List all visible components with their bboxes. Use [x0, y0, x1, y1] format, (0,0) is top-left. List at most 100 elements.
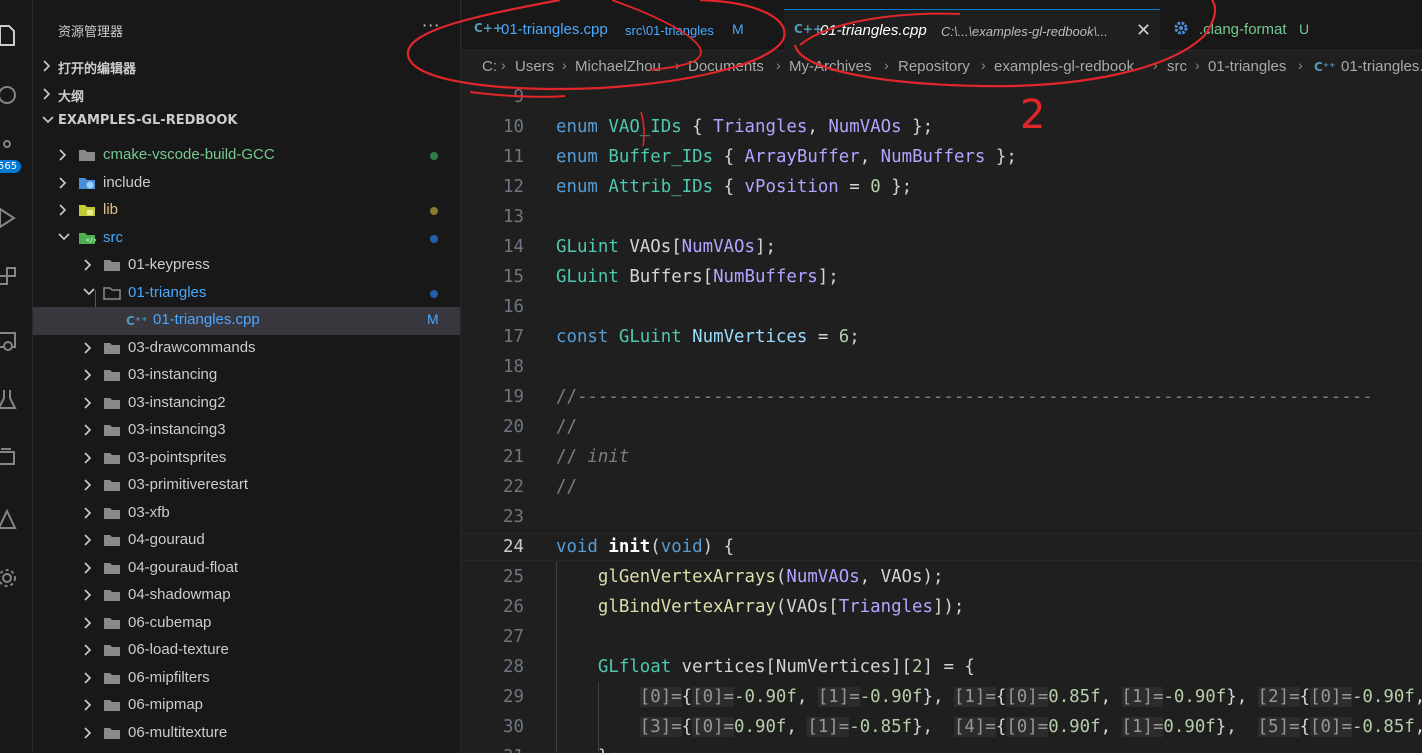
tree-item-label: 06-load-texture	[128, 641, 229, 658]
tree-item-03-drawcommands[interactable]: 03-drawcommands	[33, 335, 460, 363]
svg-text:</>: </>	[86, 237, 96, 244]
src-folder-open-icon: </>	[78, 230, 97, 246]
line-number: 15	[503, 267, 524, 287]
tree-item-03-instancing3[interactable]: 03-instancing3	[33, 417, 460, 445]
section-outline[interactable]: 大纲	[33, 81, 460, 107]
chevron-right-icon	[82, 472, 96, 498]
folder-icon	[103, 340, 121, 356]
breadcrumb: C: › Users › MichaelZhou › Documents › M…	[462, 52, 1422, 82]
tree-item-03-primitiverestart[interactable]: 03-primitiverestart	[33, 472, 460, 500]
breadcrumb-item[interactable]: MichaelZhou	[575, 58, 661, 75]
run-debug-icon[interactable]	[0, 198, 33, 238]
tree-item-cmake-vscode-build-gcc[interactable]: cmake-vscode-build-GCC	[33, 142, 460, 170]
settings-sync-icon[interactable]	[0, 558, 33, 598]
tree-item-04-gouraud-float[interactable]: 04-gouraud-float	[33, 555, 460, 583]
tree-item-01-triangles-cpp[interactable]: C⁺⁺ 01-triangles.cpp M	[33, 307, 460, 335]
chevron-right-icon	[82, 500, 96, 526]
remote-explorer-icon[interactable]	[0, 322, 33, 362]
code-editor[interactable]: 9 10 11 12 13 14 15 16 17 18 19 20 21 22…	[462, 82, 1422, 753]
tree-item-06-mipmap[interactable]: 06-mipmap	[33, 692, 460, 720]
tree-item-lib[interactable]: lib	[33, 197, 460, 225]
tree-item-06-load-texture[interactable]: 06-load-texture	[33, 637, 460, 665]
section-workspace[interactable]: EXAMPLES-GL-REDBOOK	[33, 108, 460, 134]
source-control-icon[interactable]: 565	[0, 130, 33, 173]
folder-icon	[103, 422, 121, 438]
sidebar-title: 资源管理器	[58, 25, 124, 40]
chevron-right-icon	[82, 610, 96, 636]
tree-item-label: 06-multitexture	[128, 724, 228, 741]
folder-icon	[103, 505, 121, 521]
tree-item-03-instancing[interactable]: 03-instancing	[33, 362, 460, 390]
chevron-right-icon	[82, 692, 96, 718]
tree-item-label: cmake-vscode-build-GCC	[103, 146, 275, 163]
untracked-badge: U	[1299, 21, 1310, 37]
code-line: const GLuint NumVertices = 6;	[556, 327, 860, 347]
tree-item-01-keypress[interactable]: 01-keypress	[33, 252, 460, 280]
chevron-right-icon	[57, 197, 71, 223]
tree-item-label: 03-primitiverestart	[128, 476, 249, 493]
cmake-icon[interactable]	[0, 500, 33, 540]
tree-item-label: 06-cubemap	[128, 614, 212, 631]
extensions-icon[interactable]	[0, 258, 33, 298]
cpp-file-icon: C++	[794, 22, 823, 36]
section-label: 打开的编辑器	[58, 62, 137, 77]
chevron-right-icon	[82, 637, 96, 663]
breadcrumb-item[interactable]: examples-gl-redbook	[994, 58, 1134, 75]
lib-folder-icon	[78, 202, 96, 218]
folder-icon	[103, 670, 121, 686]
folder-icon	[78, 147, 96, 163]
chevron-right-icon: ›	[1195, 57, 1200, 73]
line-number: 23	[503, 507, 524, 527]
tab-01-triangles-full-path[interactable]: C++ 01-triangles.cpp C:\...\examples-gl-…	[784, 9, 1160, 51]
tree-item-03-instancing2[interactable]: 03-instancing2	[33, 390, 460, 418]
breadcrumb-item[interactable]: My-Archives	[789, 58, 872, 75]
breadcrumb-item[interactable]: Users	[515, 58, 554, 75]
folder-icon	[103, 450, 121, 466]
code-line: };	[556, 747, 619, 753]
tree-item-04-gouraud[interactable]: 04-gouraud	[33, 527, 460, 555]
chevron-right-icon: ›	[562, 57, 567, 73]
breadcrumb-item[interactable]: src	[1167, 58, 1187, 75]
chevron-right-icon	[82, 445, 96, 471]
code-line: GLuint Buffers[NumBuffers];	[556, 267, 839, 287]
tree-item-04-shadowmap[interactable]: 04-shadowmap	[33, 582, 460, 610]
line-number: 19	[503, 387, 524, 407]
breadcrumb-item[interactable]: 01-triangles	[1208, 58, 1286, 75]
search-icon[interactable]	[0, 76, 33, 116]
breadcrumb-item[interactable]: Repository	[898, 58, 970, 75]
tree-item-include[interactable]: include	[33, 170, 460, 198]
folder-icon	[103, 532, 121, 548]
folders-icon[interactable]	[0, 438, 33, 478]
tab-clang-format[interactable]: .clang-format U	[1160, 9, 1330, 51]
folder-icon	[103, 560, 121, 576]
tab-description: C:\...\examples-gl-redbook\...	[941, 24, 1108, 39]
breadcrumb-item[interactable]: C:	[482, 58, 497, 75]
tree-item-03-xfb[interactable]: 03-xfb	[33, 500, 460, 528]
tree-item-06-mipfilters[interactable]: 06-mipfilters	[33, 665, 460, 693]
tree-item-06-cubemap[interactable]: 06-cubemap	[33, 610, 460, 638]
gear-icon	[1172, 19, 1190, 40]
explorer-sidebar: 资源管理器 ··· 打开的编辑器 大纲 EXAMPLES-GL-REDBOOK …	[33, 0, 461, 753]
tree-item-src[interactable]: </> src	[33, 225, 460, 253]
more-actions-button[interactable]: ···	[422, 16, 440, 35]
chevron-right-icon	[82, 555, 96, 581]
chevron-right-icon	[82, 335, 96, 361]
code-line: //	[556, 417, 577, 437]
chevron-right-icon: ›	[501, 57, 506, 73]
code-line: glBindVertexArray(VAOs[Triangles]);	[597, 597, 965, 617]
explorer-icon[interactable]	[0, 16, 33, 56]
testing-icon[interactable]	[0, 380, 33, 420]
chevron-right-icon	[82, 390, 96, 416]
chevron-right-icon	[57, 142, 71, 168]
line-number: 14	[503, 237, 524, 257]
breadcrumb-item[interactable]: 01-triangles.cpp	[1341, 58, 1422, 75]
tree-item-03-pointsprites[interactable]: 03-pointsprites	[33, 445, 460, 473]
close-icon[interactable]: ✕	[1136, 20, 1151, 41]
section-open-editors[interactable]: 打开的编辑器	[33, 53, 460, 79]
breadcrumb-item[interactable]: Documents	[688, 58, 764, 75]
folder-open-icon	[103, 285, 121, 301]
tree-item-06-multitexture[interactable]: 06-multitexture	[33, 720, 460, 748]
cpp-file-icon: C++	[474, 21, 503, 35]
tab-01-triangles-src[interactable]: C++ 01-triangles.cpp src\01-triangles M	[462, 9, 784, 51]
tree-item-01-triangles[interactable]: 01-triangles	[33, 280, 460, 308]
